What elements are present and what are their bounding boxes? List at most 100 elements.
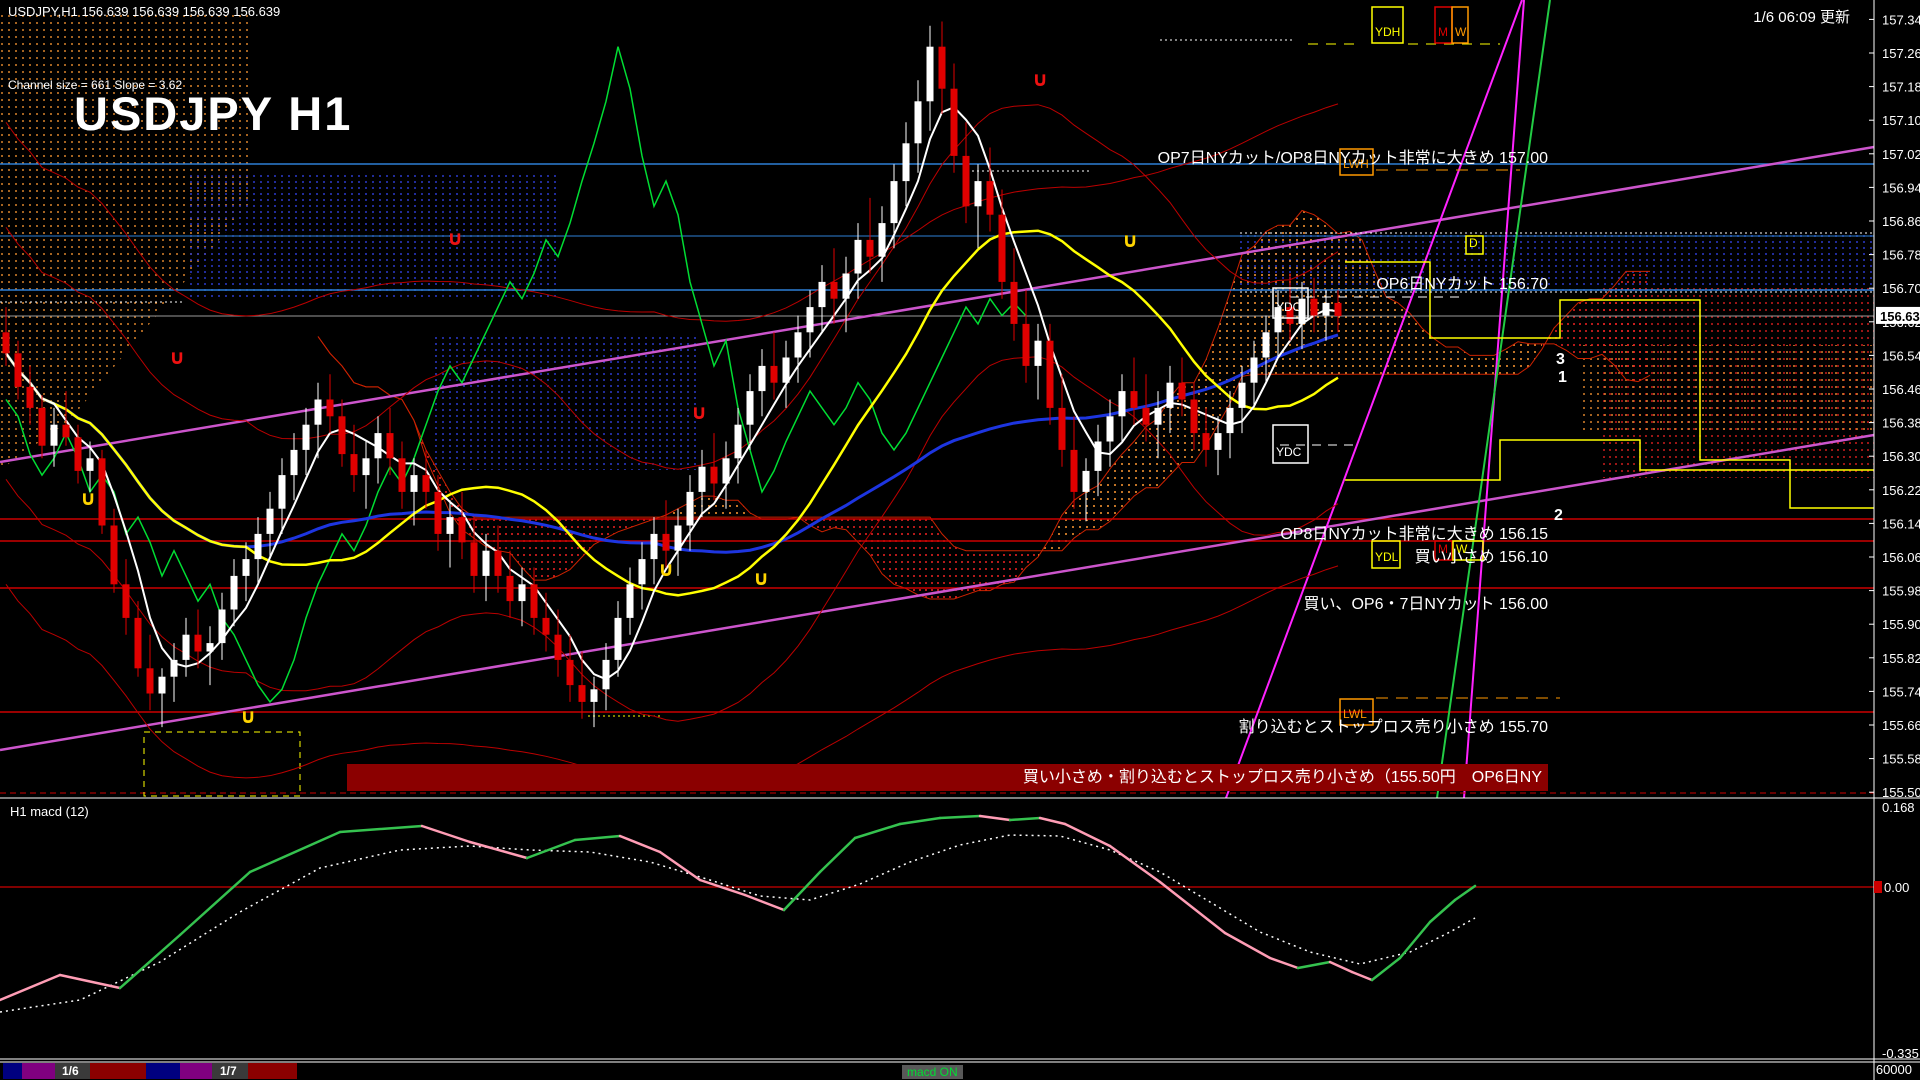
bear-candle bbox=[579, 685, 586, 702]
bear-candle bbox=[195, 635, 202, 652]
bull-candle bbox=[807, 307, 814, 332]
bull-candle bbox=[291, 450, 298, 475]
bull-candle bbox=[759, 366, 766, 391]
bull-candle bbox=[303, 425, 310, 450]
bull-candle bbox=[879, 223, 886, 257]
price-axis-label: 156.385 bbox=[1882, 416, 1920, 431]
bear-candle bbox=[831, 282, 838, 299]
price-level-annotation: OP7日NYカット/OP8日NYカット非常に大きめ 157.00 bbox=[1158, 144, 1548, 168]
bull-candle bbox=[1227, 408, 1234, 433]
bear-candle bbox=[1023, 324, 1030, 366]
bull-candle bbox=[1107, 416, 1114, 441]
trading-terminal-window: YDHMWLWHDYDOYDCYDLMWLWL312∪∪∪∪∪∪∪∪∪ 157.… bbox=[0, 0, 1920, 1080]
bear-candle bbox=[1047, 341, 1054, 408]
macd-zero-label: 0.00 bbox=[1884, 880, 1909, 895]
price-axis-label: 156.545 bbox=[1882, 348, 1920, 363]
bear-candle bbox=[351, 454, 358, 475]
last-updated-label: 1/6 06:09 更新 bbox=[1753, 6, 1850, 27]
session-segment bbox=[146, 1063, 180, 1079]
bull-candle bbox=[627, 584, 634, 618]
bear-candle bbox=[1203, 433, 1210, 450]
macd-axis-label: 0.168 bbox=[1882, 800, 1915, 815]
session-segment bbox=[248, 1063, 297, 1079]
bull-candle bbox=[1167, 383, 1174, 408]
bear-candle bbox=[1143, 408, 1150, 425]
bull-candle bbox=[447, 517, 454, 534]
bull-candle bbox=[615, 618, 622, 660]
signal-arrow-icon: ∪ bbox=[240, 706, 256, 728]
bull-candle bbox=[411, 475, 418, 492]
volume-scale-label: 60000 bbox=[1876, 1062, 1912, 1077]
price-axis-label: 156.465 bbox=[1882, 382, 1920, 397]
bull-candle bbox=[483, 551, 490, 576]
bear-candle bbox=[387, 433, 394, 458]
bear-candle bbox=[1059, 408, 1066, 450]
price-axis-label: 157.185 bbox=[1882, 80, 1920, 95]
bear-candle bbox=[507, 576, 514, 601]
bull-candle bbox=[735, 425, 742, 459]
bear-candle bbox=[339, 416, 346, 454]
level-box-label: W bbox=[1455, 25, 1467, 39]
price-axis-label: 155.745 bbox=[1882, 684, 1920, 699]
price-axis-label: 157.345 bbox=[1882, 12, 1920, 27]
indicator-cloud-textures bbox=[0, 12, 1874, 478]
price-axis-label: 156.705 bbox=[1882, 281, 1920, 296]
bear-candle bbox=[1011, 282, 1018, 324]
signal-arrow-icon: ∪ bbox=[691, 402, 707, 424]
bull-candle bbox=[795, 332, 802, 357]
date-label: 1/6 bbox=[62, 1064, 79, 1078]
bear-candle bbox=[147, 668, 154, 693]
price-level-annotation: OP6日NYカット 156.70 bbox=[1376, 270, 1548, 294]
bull-candle bbox=[975, 181, 982, 206]
level-box-label: M bbox=[1438, 25, 1448, 39]
bull-candle bbox=[1323, 303, 1330, 316]
bull-candle bbox=[915, 101, 922, 143]
bull-candle bbox=[87, 458, 94, 471]
level-box-label: D bbox=[1469, 236, 1478, 250]
bull-candle bbox=[51, 425, 58, 446]
bull-candle bbox=[279, 475, 286, 509]
bear-candle bbox=[939, 47, 946, 89]
bear-candle bbox=[27, 387, 34, 408]
level-box-label: YDC bbox=[1276, 445, 1302, 459]
bear-candle bbox=[531, 584, 538, 618]
macd-on-toggle[interactable]: macd ON bbox=[902, 1065, 963, 1079]
macd-axis-label: -0.335 bbox=[1882, 1046, 1919, 1061]
bear-candle bbox=[711, 467, 718, 484]
bull-candle bbox=[1035, 341, 1042, 366]
bull-candle bbox=[159, 677, 166, 694]
bull-candle bbox=[1239, 383, 1246, 408]
wave-count-number: 1 bbox=[1558, 369, 1567, 386]
date-label: 1/7 bbox=[220, 1064, 237, 1078]
bull-candle bbox=[255, 534, 262, 559]
bear-candle bbox=[867, 240, 874, 257]
bear-candle bbox=[951, 89, 958, 156]
bear-candle bbox=[39, 408, 46, 446]
chart-canvas[interactable]: YDHMWLWHDYDOYDCYDLMWLWL312∪∪∪∪∪∪∪∪∪ 157.… bbox=[0, 0, 1920, 1080]
price-axis-label: 155.665 bbox=[1882, 718, 1920, 733]
bear-candle bbox=[63, 425, 70, 438]
signal-arrow-icon: ∪ bbox=[447, 228, 463, 250]
bear-candle bbox=[771, 366, 778, 383]
price-axis[interactable]: 157.345157.265157.185157.105157.025156.9… bbox=[1869, 0, 1920, 1080]
symbol-ohlc-readout: USDJPY,H1 156.639 156.639 156.639 156.63… bbox=[8, 4, 280, 19]
bear-candle bbox=[123, 584, 130, 618]
bull-candle bbox=[1251, 358, 1258, 383]
bear-candle bbox=[555, 635, 562, 660]
bear-candle bbox=[1335, 303, 1342, 316]
bear-candle bbox=[111, 526, 118, 585]
timeline-bar: 1/6 1/7 bbox=[3, 1063, 297, 1079]
bear-candle bbox=[987, 181, 994, 215]
bear-candle bbox=[963, 156, 970, 206]
bear-candle bbox=[1191, 400, 1198, 434]
session-segment bbox=[22, 1063, 55, 1079]
wave-count-number: 3 bbox=[1556, 351, 1565, 368]
cloud-region bbox=[185, 175, 560, 300]
bear-candle bbox=[423, 475, 430, 492]
bear-candle bbox=[75, 437, 82, 471]
bear-candle bbox=[459, 517, 466, 542]
signal-arrow-icon: ∪ bbox=[80, 488, 96, 510]
bull-candle bbox=[843, 274, 850, 299]
bull-candle bbox=[267, 509, 274, 534]
bear-candle bbox=[1179, 383, 1186, 400]
